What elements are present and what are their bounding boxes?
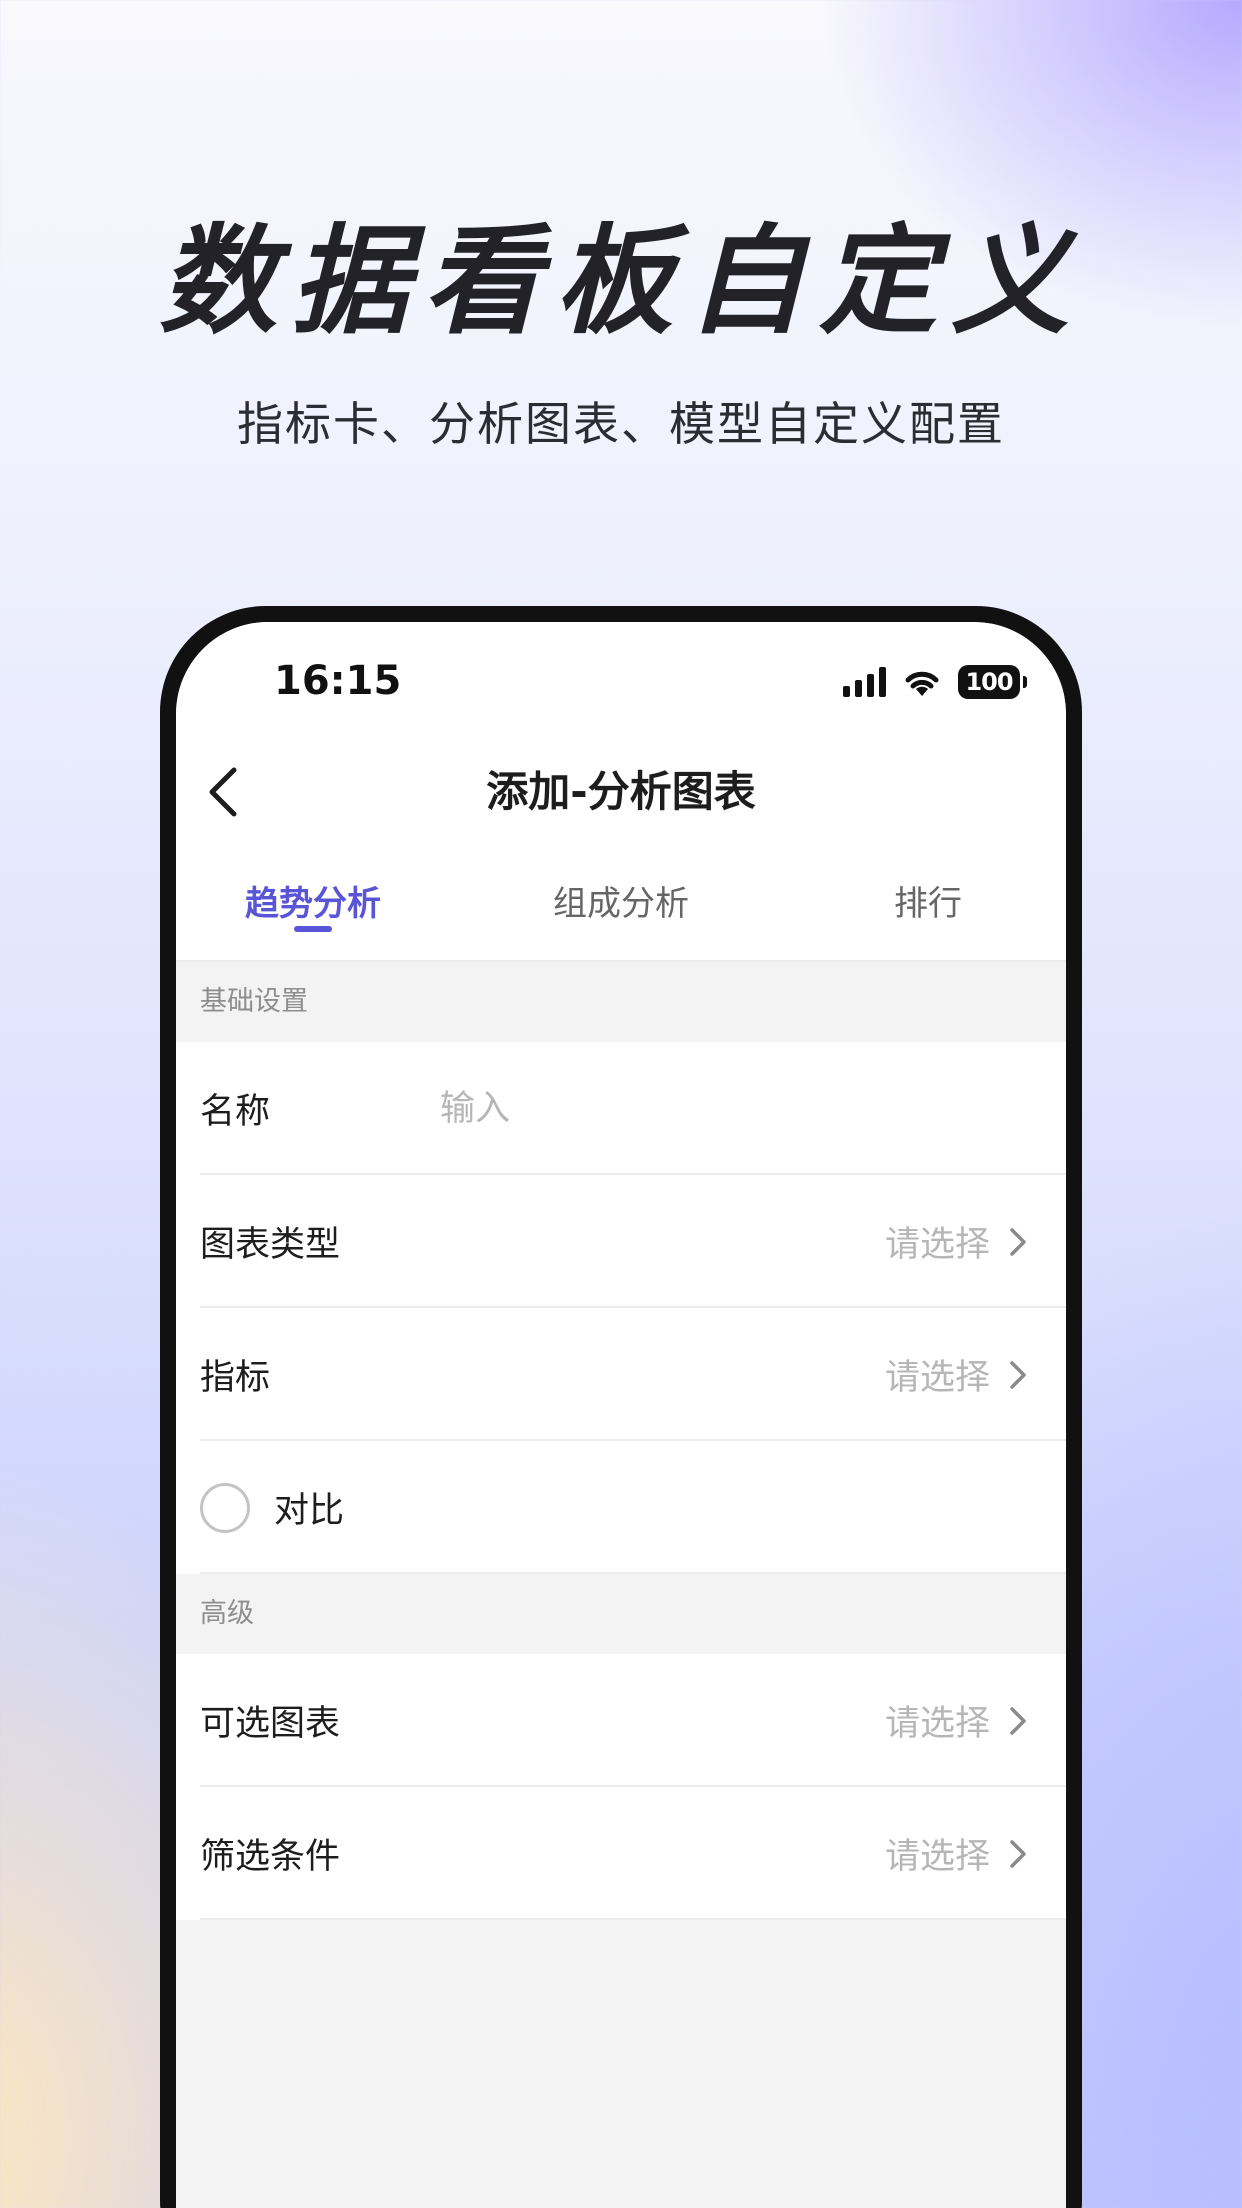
compare-row[interactable]: 对比	[176, 1441, 1066, 1574]
phone-frame: 16:15 100 添加-分析图表 趋势分析 组成分析 排行 基础设置 名称 输…	[160, 606, 1082, 2208]
wifi-icon	[905, 671, 939, 696]
metric-row[interactable]: 指标 请选择	[176, 1308, 1066, 1441]
hero-title: 数据看板自定义	[158, 212, 1083, 350]
filter-select[interactable]: 请选择	[885, 1787, 1032, 1920]
page-title: 添加-分析图表	[486, 767, 756, 816]
compare-label: 对比	[274, 1491, 345, 1531]
status-time: 16:15	[274, 658, 402, 704]
metric-label: 指标	[200, 1358, 271, 1398]
chevron-right-icon	[1010, 1360, 1026, 1389]
tab-composition-analysis[interactable]: 组成分析	[553, 874, 689, 934]
filter-row[interactable]: 筛选条件 请选择	[176, 1787, 1066, 1920]
status-icons: 100	[843, 664, 1027, 700]
battery-icon: 100	[958, 665, 1027, 699]
name-row: 名称	[176, 1042, 1066, 1175]
tab-ranking[interactable]: 排行	[894, 874, 962, 934]
section-header-advanced: 高级	[176, 1574, 1066, 1654]
section-header-basic: 基础设置	[176, 962, 1066, 1042]
optional-chart-label: 可选图表	[200, 1704, 341, 1744]
filter-label: 筛选条件	[200, 1837, 341, 1877]
signal-icon	[843, 667, 886, 697]
optional-chart-value: 请选择	[884, 1704, 990, 1744]
tab-active-indicator	[294, 926, 332, 932]
tab-bar: 趋势分析 组成分析 排行	[176, 874, 1066, 960]
optional-chart-select[interactable]: 请选择	[885, 1654, 1032, 1787]
tab-trend-analysis[interactable]: 趋势分析	[245, 874, 381, 934]
name-label: 名称	[200, 1092, 271, 1132]
hero-subtitle: 指标卡、分析图表、模型自定义配置	[237, 397, 1005, 451]
chevron-right-icon	[1010, 1706, 1026, 1735]
chart-type-label: 图表类型	[200, 1225, 341, 1265]
chevron-right-icon	[1010, 1839, 1026, 1868]
metric-value: 请选择	[884, 1358, 990, 1398]
chart-type-row[interactable]: 图表类型 请选择	[176, 1175, 1066, 1308]
name-input[interactable]	[440, 1042, 1000, 1175]
chevron-right-icon	[1010, 1227, 1026, 1256]
optional-chart-row[interactable]: 可选图表 请选择	[176, 1654, 1066, 1787]
filter-value: 请选择	[884, 1837, 990, 1877]
chart-type-value: 请选择	[884, 1225, 990, 1265]
chart-type-select[interactable]: 请选择	[885, 1175, 1032, 1308]
metric-select[interactable]: 请选择	[885, 1308, 1032, 1441]
phone-screen: 16:15 100 添加-分析图表 趋势分析 组成分析 排行 基础设置 名称 输…	[176, 622, 1066, 2208]
compare-radio[interactable]	[200, 1482, 250, 1533]
